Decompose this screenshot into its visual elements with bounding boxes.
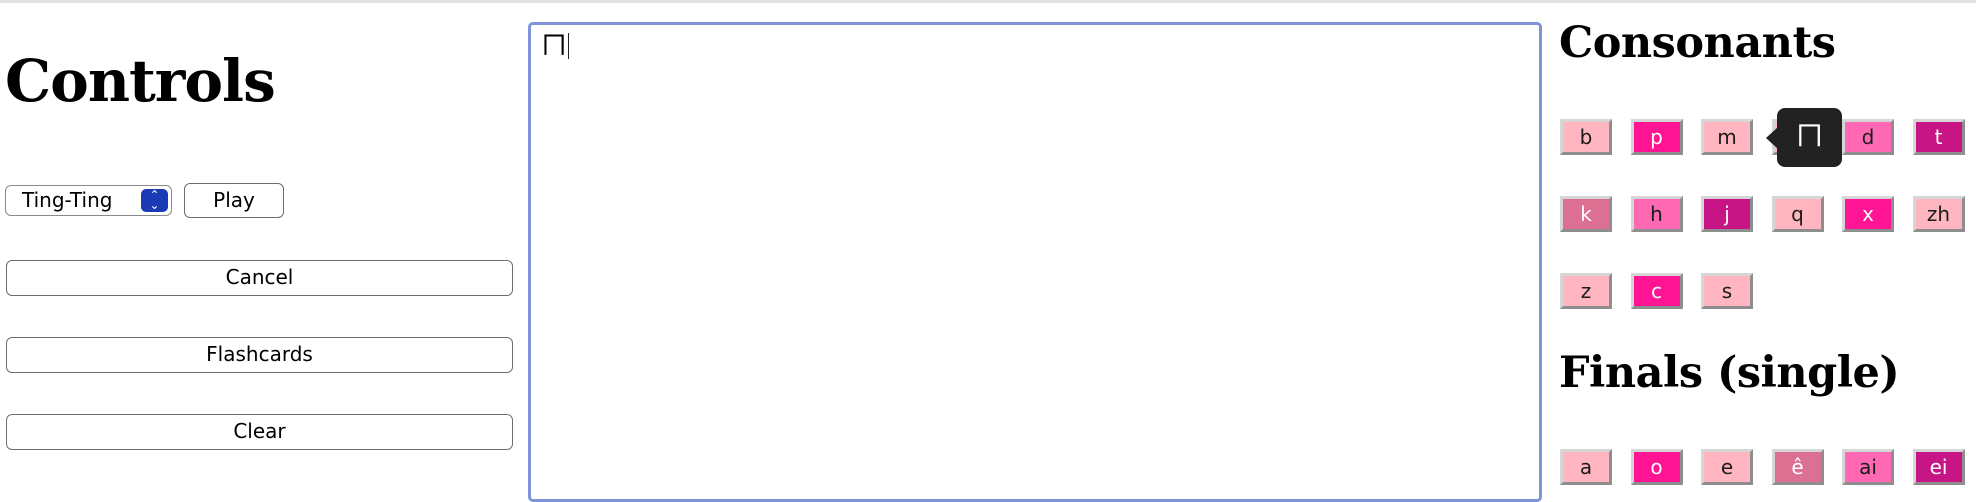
key-consonant-0-1[interactable]: p <box>1630 119 1683 155</box>
key-consonant-1-1[interactable]: h <box>1630 196 1683 232</box>
editor-content: ㄇ <box>541 31 570 61</box>
key-consonant-0-2[interactable]: m <box>1701 119 1753 155</box>
key-consonant-2-2[interactable]: s <box>1701 273 1753 309</box>
key-consonant-0-5[interactable]: t <box>1912 119 1965 155</box>
key-consonant-2-1[interactable]: c <box>1630 273 1683 309</box>
text-editor[interactable]: ㄇ <box>528 22 1542 502</box>
key-consonant-1-4[interactable]: x <box>1842 196 1894 232</box>
key-final-0-4[interactable]: ai <box>1842 449 1894 485</box>
key-final-0-5[interactable]: ei <box>1912 449 1965 485</box>
controls-panel: Controls Ting-Ting ⌃ ⌄ Play Cancel Flashc… <box>0 0 520 496</box>
key-final-0-3[interactable]: ê <box>1771 449 1824 485</box>
key-consonant-1-3[interactable]: q <box>1771 196 1824 232</box>
key-final-0-0[interactable]: a <box>1560 449 1612 485</box>
key-consonant-1-0[interactable]: k <box>1560 196 1612 232</box>
editor-text: ㄇ <box>541 31 568 61</box>
key-final-0-1[interactable]: o <box>1630 449 1683 485</box>
key-consonant-2-0[interactable]: z <box>1560 273 1612 309</box>
controls-heading: Controls <box>5 47 276 115</box>
consonants-heading: Consonants <box>1559 18 1836 68</box>
play-button[interactable]: Play <box>184 183 284 218</box>
clear-button[interactable]: Clear <box>6 414 513 450</box>
key-consonant-0-0[interactable]: b <box>1560 119 1612 155</box>
flashcards-button[interactable]: Flashcards <box>6 337 513 373</box>
cancel-button[interactable]: Cancel <box>6 260 513 296</box>
key-final-0-2[interactable]: e <box>1701 449 1753 485</box>
voice-select[interactable]: Ting-Ting ⌃ ⌄ <box>5 185 172 216</box>
zhuyin-keyboard: Consonants bpmfdtnkhjqxzhzcs Finals (sin… <box>1555 0 1976 496</box>
voice-select-value: Ting-Ting <box>22 188 113 212</box>
key-tooltip: ㄇ <box>1766 108 1842 167</box>
finals-heading: Finals (single) <box>1559 348 1900 398</box>
key-consonant-0-4[interactable]: d <box>1842 119 1894 155</box>
select-arrows-icon: ⌃ ⌄ <box>141 189 168 212</box>
text-caret <box>568 33 570 59</box>
key-consonant-1-2[interactable]: j <box>1701 196 1753 232</box>
key-consonant-1-5[interactable]: zh <box>1912 196 1965 232</box>
